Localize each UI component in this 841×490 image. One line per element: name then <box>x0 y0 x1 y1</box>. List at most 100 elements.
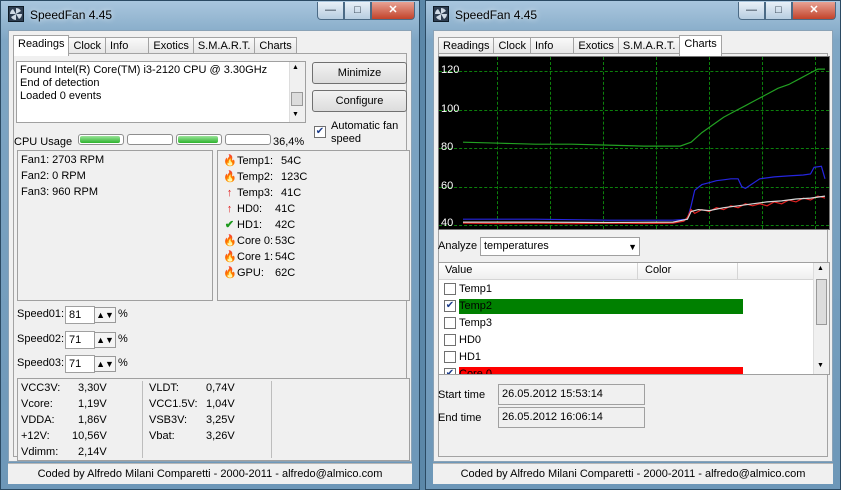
list-header: Value Color <box>439 263 814 280</box>
speed03-input[interactable]: 71 <box>65 355 95 373</box>
temperature-row: 🔥 Core 0: 53C <box>223 233 383 249</box>
voltage-value: 1,04V <box>206 398 235 410</box>
window-title: SpeedFan 4.45 <box>455 8 538 22</box>
tab-strip: Readings Clock Info Exotics S.M.A.R.T. C… <box>13 35 297 56</box>
scroll-thumb[interactable] <box>816 279 827 325</box>
start-time-field[interactable]: 26.05.2012 15:53:14 <box>498 384 645 405</box>
close-window-button[interactable]: ✕ <box>371 2 415 20</box>
temperature-row: 🔥 Core 1: 54C <box>223 249 383 265</box>
scroll-up-icon[interactable]: ▲ <box>817 265 824 272</box>
sensor-name: HD1: <box>237 219 263 231</box>
list-item[interactable]: ✔ Core 0 <box>443 366 813 374</box>
status-bar: Coded by Alfredo Milani Comparetti - 200… <box>433 463 833 484</box>
voltage-value: 1,19V <box>78 398 107 410</box>
up-arrow-icon: ↑ <box>226 203 233 215</box>
analyze-selected-value: temperatures <box>484 240 549 252</box>
series-label: Temp3 <box>459 317 493 329</box>
series-color-swatch[interactable] <box>459 367 743 374</box>
configure-button[interactable]: Configure <box>312 90 407 112</box>
temperature-row: ↑ Temp3: 41C <box>223 185 383 201</box>
fire-icon: 🔥 <box>223 171 237 183</box>
chevron-down-icon[interactable]: ▼ <box>628 239 637 256</box>
sensor-name: HD0: <box>237 203 263 215</box>
fan-reading: Fan1: 2703 RPM <box>21 154 105 166</box>
speed03-stepper[interactable]: ▲▼ <box>94 356 116 372</box>
list-item[interactable]: Temp1 <box>443 281 813 298</box>
log-scrollbar[interactable]: ▲ ▼ <box>289 62 305 122</box>
end-time-field[interactable]: 26.05.2012 16:06:14 <box>498 407 645 428</box>
log-line: Loaded 0 events <box>20 90 102 102</box>
list-item[interactable]: Temp3 <box>443 315 813 332</box>
list-item[interactable]: ✔ Temp2 <box>443 298 813 315</box>
log-line: Found Intel(R) Core(TM) i3-2120 CPU @ 3.… <box>20 64 268 76</box>
chart-series-line <box>463 195 826 224</box>
sensor-value: 123C <box>281 171 308 183</box>
cpu-usage-percent: 36,4% <box>273 136 305 148</box>
status-bar: Coded by Alfredo Milani Comparetti - 200… <box>8 463 412 484</box>
series-label: Temp2 <box>459 300 493 312</box>
list-scrollbar[interactable]: ▲ ▼ <box>813 263 829 374</box>
series-checkbox[interactable] <box>444 334 456 346</box>
list-item[interactable]: HD1 <box>443 349 813 366</box>
y-tick-label: 40 <box>441 217 454 229</box>
voltage-name: Vbat: <box>149 430 175 442</box>
voltage-value: 2,14V <box>78 446 107 458</box>
cpu-core-usage-bar <box>176 134 222 145</box>
sensor-value: 62C <box>275 267 296 279</box>
fan-reading: Fan2: 0 RPM <box>21 170 86 182</box>
sensor-value: 53C <box>275 235 296 247</box>
series-checkbox[interactable]: ✔ <box>444 368 456 374</box>
voltage-name: Vdimm: <box>21 446 59 458</box>
cpu-core-usage-bar <box>127 134 173 145</box>
series-checkbox[interactable] <box>444 317 456 329</box>
speed02-stepper[interactable]: ▲▼ <box>94 332 116 348</box>
scroll-thumb[interactable] <box>291 92 303 106</box>
scroll-down-icon[interactable]: ▼ <box>817 362 824 369</box>
percent-sign: % <box>118 357 128 369</box>
analyze-select[interactable]: temperatures ▼ <box>480 237 640 256</box>
column-header-color[interactable]: Color <box>645 264 671 276</box>
tab-charts[interactable]: Charts <box>679 35 722 56</box>
start-time-label: Start time <box>438 389 486 401</box>
speed02-input[interactable]: 71 <box>65 331 95 349</box>
chart-series-line <box>462 68 825 147</box>
series-label: HD1 <box>459 351 482 363</box>
series-checkbox[interactable] <box>444 351 456 363</box>
close-window-button[interactable]: ✕ <box>792 2 836 20</box>
minimize-window-button[interactable]: — <box>317 2 344 20</box>
list-item[interactable]: HD0 <box>443 332 813 349</box>
fire-icon: 🔥 <box>223 155 237 167</box>
cpu-core-usage-bar <box>225 134 271 145</box>
analyze-label: Analyze <box>438 240 478 252</box>
voltage-value: 1,86V <box>78 414 107 426</box>
voltage-name: VSB3V: <box>149 414 188 426</box>
maximize-window-button[interactable]: □ <box>765 2 792 20</box>
title-bar[interactable]: SpeedFan 4.45 — □ ✕ <box>426 1 840 29</box>
minimize-button[interactable]: Minimize <box>312 62 407 84</box>
series-color-swatch[interactable] <box>459 299 743 314</box>
title-bar[interactable]: SpeedFan 4.45 — □ ✕ <box>1 1 419 29</box>
sensor-name: Temp2: <box>237 171 274 183</box>
scroll-up-icon[interactable]: ▲ <box>292 64 299 71</box>
series-checkbox[interactable] <box>444 283 456 295</box>
detection-log[interactable]: Found Intel(R) Core(TM) i3-2120 CPU @ 3.… <box>16 61 306 123</box>
speed01-stepper[interactable]: ▲▼ <box>94 307 116 323</box>
sensor-value: 54C <box>275 251 296 263</box>
sensor-value: 41C <box>275 203 296 215</box>
series-checkbox[interactable]: ✔ <box>444 300 456 312</box>
minimize-window-button[interactable]: — <box>738 2 765 20</box>
check-icon: ✔ <box>224 219 235 231</box>
maximize-window-button[interactable]: □ <box>344 2 371 20</box>
y-tick-label: 100 <box>441 103 460 115</box>
voltage-name: Vcore: <box>21 398 53 410</box>
speed01-input[interactable]: 81 <box>65 306 95 324</box>
voltage-name: VDDA: <box>21 414 55 426</box>
sensor-name: Temp3: <box>237 187 274 199</box>
automatic-fan-speed-checkbox[interactable]: ✔ <box>314 126 326 138</box>
tab-readings[interactable]: Readings <box>13 35 70 56</box>
column-header-value[interactable]: Value <box>445 264 472 276</box>
cpu-usage-label: CPU Usage <box>14 136 73 148</box>
y-tick-label: 80 <box>441 141 454 153</box>
scroll-down-icon[interactable]: ▼ <box>292 111 299 118</box>
fire-icon: 🔥 <box>223 235 237 247</box>
